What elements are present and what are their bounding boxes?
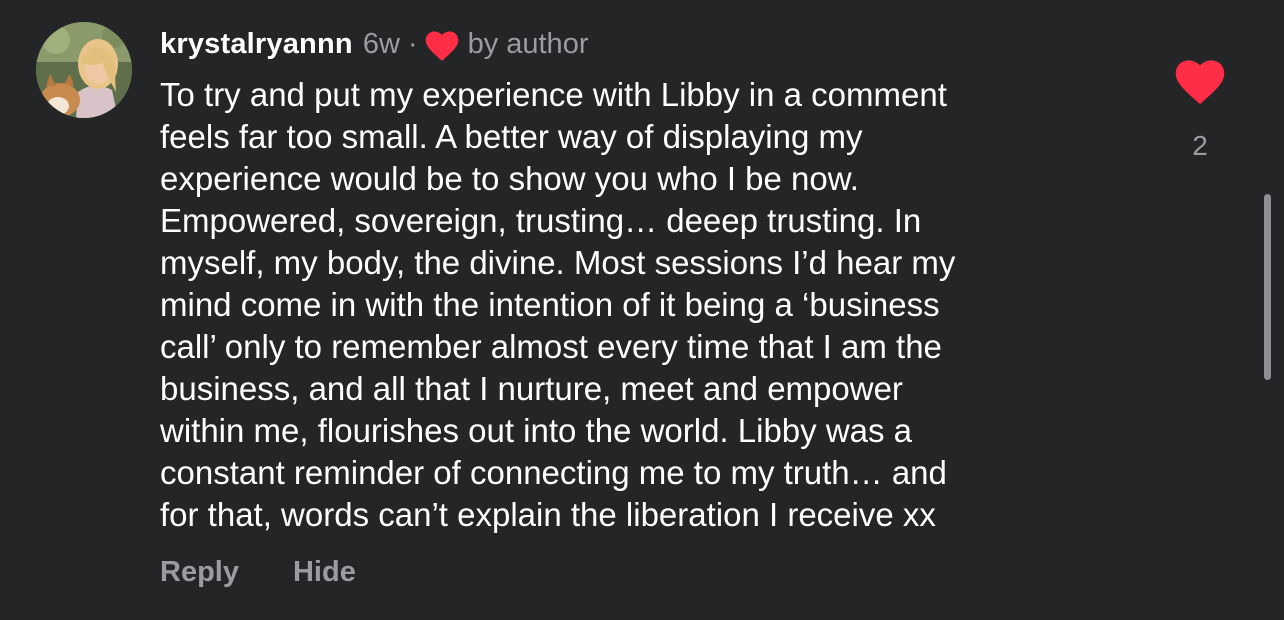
comment: krystalryannn 6w · by author To try and … (0, 0, 1284, 620)
comment-text-line: feels far too small. A better way of dis… (160, 118, 863, 155)
avatar-photo (36, 22, 132, 118)
comment-text-line: mind come in with the intention of it be… (160, 286, 940, 323)
comment-actions: Reply Hide (160, 556, 356, 589)
like-count: 2 (1192, 130, 1208, 161)
comment-header: krystalryannn 6w · by author (160, 22, 588, 66)
username[interactable]: krystalryannn (160, 28, 353, 61)
comment-text-line: To try and put my experience with Libby … (160, 76, 947, 113)
scrollbar[interactable] (1264, 194, 1271, 380)
separator-dot: · (407, 27, 418, 60)
avatar[interactable] (36, 22, 132, 118)
comment-text-line: for that, words can’t explain the libera… (160, 496, 936, 533)
like-control: 2 (1172, 58, 1228, 162)
reply-button[interactable]: Reply (160, 556, 239, 589)
liked-by-author-label: by author (467, 27, 589, 60)
heart-icon (424, 30, 460, 62)
timestamp: 6w (362, 27, 400, 60)
comment-text-line: constant reminder of connecting me to my… (160, 454, 947, 491)
hide-button[interactable]: Hide (293, 556, 356, 589)
comment-text-line: myself, my body, the divine. Most sessio… (160, 244, 956, 281)
comment-text-line: experience would be to show you who I be… (160, 160, 859, 197)
comment-text-line: within me, flourishes out into the world… (160, 412, 913, 449)
comment-text: To try and put my experience with Libby … (160, 74, 1100, 536)
comment-text-line: business, and all that I nurture, meet a… (160, 370, 903, 407)
comment-text-line: Empowered, sovereign, trusting… deeep tr… (160, 202, 922, 239)
heart-icon[interactable] (1174, 58, 1226, 106)
comment-text-line: call’ only to remember almost every time… (160, 328, 942, 365)
